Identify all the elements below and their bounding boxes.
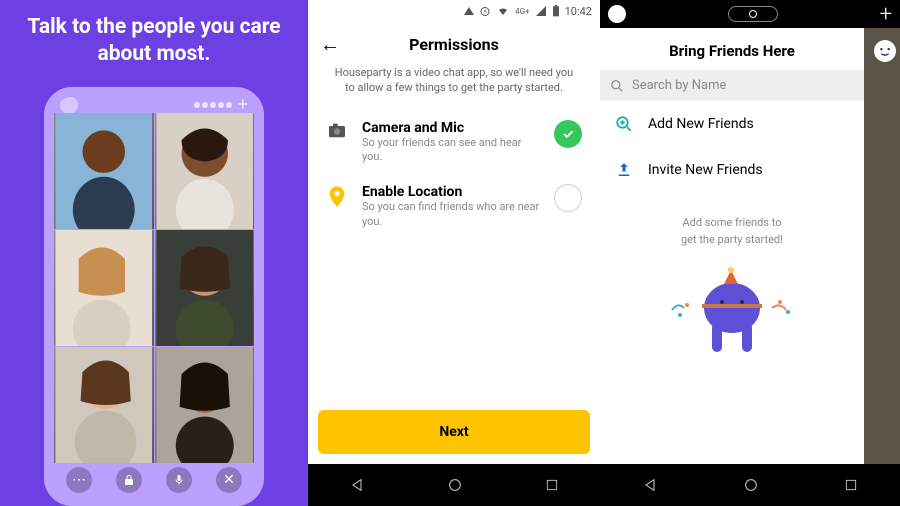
top-bar: + (600, 0, 900, 28)
phone-mock: + ⋯ ✕ (44, 87, 264, 506)
nav-recent-icon[interactable] (844, 478, 858, 492)
background-strip (864, 28, 900, 464)
empty-state-text: Add some friends toget the party started… (600, 193, 864, 260)
camera-icon (326, 120, 348, 138)
room-pill[interactable] (728, 6, 778, 22)
location-pin-icon (326, 184, 348, 208)
marketing-headline: Talk to the people you care about most. (0, 14, 308, 69)
page-title: Permissions (320, 35, 588, 54)
menu-label: Add New Friends (648, 116, 754, 132)
video-tile[interactable] (155, 113, 255, 229)
close-icon[interactable]: ✕ (216, 467, 242, 493)
battery-icon (552, 5, 560, 17)
add-new-friends-row[interactable]: Add New Friends (600, 101, 864, 147)
signal-icon (535, 5, 547, 17)
side-face-icon[interactable] (874, 40, 896, 62)
face-filter-icon[interactable] (60, 96, 78, 114)
permission-toggle-on[interactable] (554, 120, 582, 148)
lock-icon[interactable] (116, 467, 142, 493)
permission-desc: So your friends can see and hear you. (362, 136, 540, 165)
video-tile[interactable] (54, 230, 154, 346)
network-label: 4G+ (515, 7, 529, 16)
permission-camera-mic[interactable]: Camera and Mic So your friends can see a… (308, 110, 600, 175)
video-tile[interactable] (155, 347, 255, 463)
upload-icon (614, 161, 634, 179)
nav-home-icon[interactable] (743, 477, 759, 493)
mic-icon[interactable] (166, 467, 192, 493)
next-button[interactable]: Next (318, 410, 590, 454)
nav-recent-icon[interactable] (545, 478, 559, 492)
invite-friends-row[interactable]: Invite New Friends (600, 147, 864, 193)
android-nav-bar (600, 464, 900, 506)
android-nav-bar (308, 464, 600, 506)
more-icon[interactable]: ⋯ (66, 467, 92, 493)
menu-label: Invite New Friends (648, 162, 763, 178)
friends-screen: + Bring Friends Here Search by Name Add … (600, 0, 900, 506)
permission-desc: So you can find friends who are near you… (362, 200, 540, 229)
permission-location[interactable]: Enable Location So you can find friends … (308, 174, 600, 239)
header: ← Permissions (308, 22, 600, 65)
profile-icon[interactable] (608, 5, 626, 23)
nav-back-icon[interactable] (349, 477, 365, 493)
subtitle: Houseparty is a video chat app, so we'll… (308, 65, 600, 110)
search-placeholder: Search by Name (632, 78, 726, 93)
permission-title: Enable Location (362, 184, 540, 200)
search-icon (610, 79, 624, 93)
permission-toggle-off[interactable] (554, 184, 582, 212)
search-input[interactable]: Search by Name (600, 70, 864, 101)
video-tile[interactable] (155, 230, 255, 346)
alarm-icon (479, 5, 491, 17)
phone-topbar: + (54, 97, 254, 113)
marketing-panel: Talk to the people you care about most. … (0, 0, 308, 506)
video-tile[interactable] (54, 347, 154, 463)
video-tile[interactable] (54, 113, 154, 229)
permission-title: Camera and Mic (362, 120, 540, 136)
sheet-title: Bring Friends Here (600, 28, 864, 70)
nav-home-icon[interactable] (447, 477, 463, 493)
permissions-screen: 4G+ 10:42 ← Permissions Houseparty is a … (308, 0, 600, 506)
clock-label: 10:42 (565, 5, 592, 18)
wifi-icon (496, 5, 510, 17)
video-grid (54, 113, 254, 463)
nav-back-icon[interactable] (642, 477, 658, 493)
magnify-plus-icon (614, 115, 634, 133)
android-status-bar: 4G+ 10:42 (308, 0, 600, 22)
friends-sheet: Bring Friends Here Search by Name Add Ne… (600, 28, 864, 464)
participant-dots (194, 102, 232, 108)
phone-bottombar: ⋯ ✕ (54, 463, 254, 497)
add-icon[interactable]: + (880, 2, 892, 27)
notification-icon (464, 7, 474, 15)
mascot-illustration (600, 260, 864, 360)
